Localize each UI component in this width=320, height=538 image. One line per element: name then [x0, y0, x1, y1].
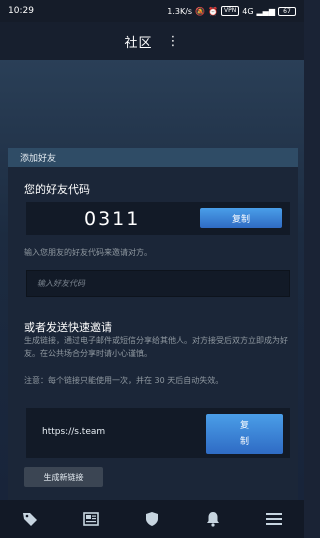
alarm-icon: ⏰: [208, 6, 219, 16]
invite-link-text[interactable]: https://s.team: [42, 427, 105, 437]
copy-code-button[interactable]: 复制: [200, 208, 282, 228]
friend-code-title: 您的好友代码: [24, 183, 90, 196]
news-icon[interactable]: [76, 504, 106, 534]
status-indicators: 1.3K/s 🔕 ⏰ VPN 4G ▂▄▆ 67: [167, 6, 296, 16]
status-time: 10:29: [8, 6, 34, 16]
copy-link-button[interactable]: 复 制: [206, 414, 283, 454]
friend-code-input[interactable]: [26, 270, 290, 297]
shield-icon[interactable]: [137, 504, 167, 534]
signal-icon: ▂▄▆: [256, 6, 275, 16]
quick-invite-description: 生成链接，通过电子邮件或短信分享给其他人。对方接受后双方立即成为好友。在公共场合…: [24, 336, 288, 358]
network-type: 4G: [242, 6, 254, 16]
add-friend-panel: 添加好友 您的好友代码 0311 复制 输入您朋友的好友代码来邀请对方。 或者发…: [8, 148, 298, 500]
friend-code-hint: 输入您朋友的好友代码来邀请对方。: [24, 248, 152, 257]
app-header: 社区 ⋮: [0, 22, 304, 60]
mute-icon: 🔕: [195, 6, 206, 16]
copy-link-label-1: 复: [239, 421, 249, 431]
invite-link-box: https://s.team 复 制: [26, 408, 290, 458]
page-title: 社区: [124, 35, 153, 51]
bell-icon[interactable]: [198, 504, 228, 534]
status-bar: 10:29 1.3K/s 🔕 ⏰ VPN 4G ▂▄▆ 67: [0, 0, 304, 22]
copy-link-label-2: 制: [239, 437, 249, 447]
copy-code-label: 复制: [231, 214, 250, 225]
panel-title: 添加好友: [20, 154, 57, 164]
menu-icon[interactable]: [259, 504, 289, 534]
more-options-icon[interactable]: ⋮: [167, 35, 180, 48]
network-speed: 1.3K/s: [167, 6, 193, 16]
bottom-nav: [0, 500, 304, 538]
quick-invite-note: 注意：每个链接只能使用一次，并在 30 天后自动失效。: [24, 376, 224, 385]
friend-code-value: 0311: [84, 208, 141, 230]
generate-link-label: 生成新链接: [43, 472, 84, 482]
friend-code-box: 0311 复制: [26, 202, 290, 235]
quick-invite-title: 或者发送快速邀请: [24, 321, 112, 334]
generate-link-button[interactable]: 生成新链接: [24, 467, 103, 487]
panel-header: 添加好友: [8, 148, 298, 167]
tag-icon[interactable]: [15, 504, 45, 534]
vpn-badge: VPN: [221, 6, 240, 16]
battery-icon: 67: [278, 6, 296, 16]
